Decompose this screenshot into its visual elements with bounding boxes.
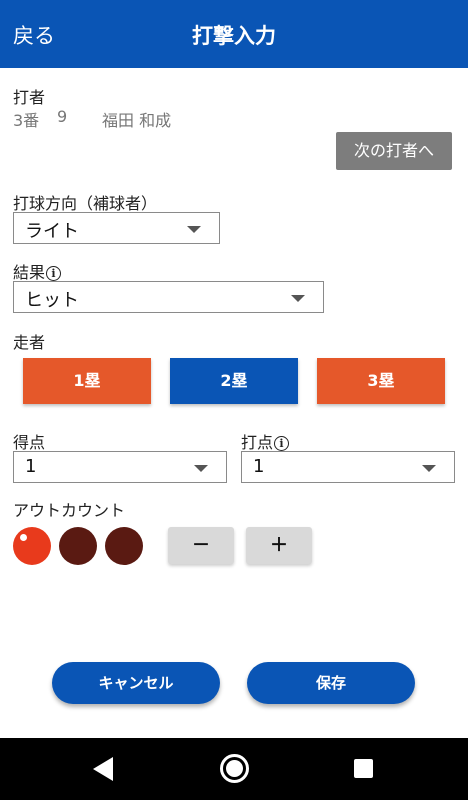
save-button[interactable]: 保存 — [247, 662, 415, 704]
result-label-row: 結果 i — [13, 259, 62, 283]
shine-highlight — [20, 534, 27, 541]
triangle-back-icon[interactable] — [93, 757, 113, 781]
direction-label: 打球方向（補球者） — [13, 194, 158, 213]
runs-value: 1 — [25, 456, 37, 477]
square-recent-icon[interactable] — [354, 759, 373, 778]
direction-select[interactable]: ライト — [13, 212, 220, 244]
chevron-down-icon — [422, 465, 436, 472]
batter-name: 福田 和成 — [102, 111, 172, 130]
info-icon[interactable]: i — [274, 436, 290, 451]
out-indicator — [13, 527, 51, 565]
system-nav-bar — [0, 738, 468, 800]
result-label: 結果 — [13, 263, 46, 282]
batter-order: 3番 — [13, 111, 40, 130]
chevron-down-icon — [194, 465, 208, 472]
batter-label: 打者 — [13, 88, 46, 107]
out-minus-button[interactable]: － — [168, 527, 234, 564]
first-base-button[interactable]: 1塁 — [23, 358, 151, 404]
circle-home-icon[interactable] — [220, 754, 249, 783]
rbi-label-row: 打点 i — [241, 429, 290, 453]
direction-value: ライト — [25, 221, 79, 242]
out-indicator — [59, 527, 97, 565]
rbi-value: 1 — [253, 456, 265, 477]
next-batter-button[interactable]: 次の打者へ — [336, 132, 452, 170]
out-count-label: アウトカウント — [13, 501, 126, 520]
rbi-label: 打点 — [241, 433, 274, 452]
third-base-button[interactable]: 3塁 — [317, 358, 445, 404]
out-plus-button[interactable]: ＋ — [246, 527, 312, 564]
second-base-button[interactable]: 2塁 — [170, 358, 298, 404]
chevron-down-icon — [187, 226, 201, 233]
cancel-button[interactable]: キャンセル — [52, 662, 220, 704]
rbi-select[interactable]: 1 — [241, 451, 455, 483]
info-icon[interactable]: i — [46, 266, 62, 281]
batter-number: 9 — [57, 107, 68, 126]
result-value: ヒット — [25, 290, 79, 311]
chevron-down-icon — [291, 295, 305, 302]
runners-label: 走者 — [13, 333, 46, 352]
runs-label: 得点 — [13, 433, 46, 452]
page-title: 打撃入力 — [192, 24, 276, 48]
out-indicator — [105, 527, 143, 565]
runs-select[interactable]: 1 — [13, 451, 227, 483]
app-bar: 戻る 打撃入力 — [0, 0, 468, 68]
result-select[interactable]: ヒット — [13, 281, 324, 313]
